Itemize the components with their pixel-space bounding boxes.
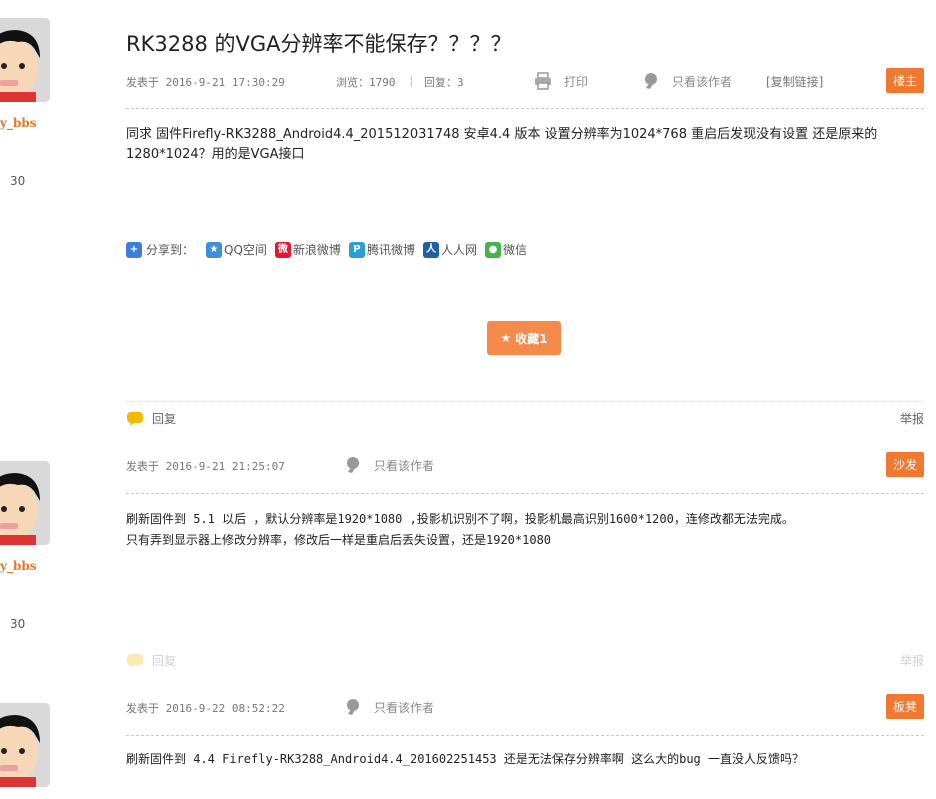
views-count: 浏览：1790 — [336, 76, 396, 89]
wechat-icon: ● — [484, 241, 501, 258]
share-bar: + 分享到： ★ QQ空间 微 新浪微博 P 腾讯微博 人 人人网 ● 微信 — [126, 241, 527, 258]
post-time: 发表于 2016-9-21 21:25:07 — [126, 460, 285, 473]
share-plus-icon: + — [126, 241, 142, 258]
reply-button[interactable]: 回复 — [126, 410, 176, 427]
content-line: 刷新固件到 5.1 以后 ，默认分辨率是1920*1080 ,投影机识别不了啊，… — [126, 512, 794, 526]
user-avatar[interactable] — [0, 18, 50, 102]
post-meta: 发表于 2016-9-21 17:30:29 浏览：1790 | 回复：3 打印… — [126, 67, 924, 95]
post-content: 刷新固件到 5.1 以后 ，默认分辨率是1920*1080 ,投影机识别不了啊，… — [126, 509, 926, 551]
floor-badge[interactable]: 板凳 — [885, 694, 924, 719]
report-button[interactable]: 举报 — [900, 652, 924, 669]
post-meta: 发表于 2016-9-21 21:25:07 只看该作者 沙发 — [126, 451, 924, 479]
user-avatar[interactable] — [0, 703, 50, 787]
thread-title: RK3288 的VGA分辨率不能保存？？？？ — [126, 32, 512, 56]
user-stat: 30 — [10, 174, 26, 188]
reply-label: 回复 — [152, 654, 177, 668]
divider — [126, 493, 924, 494]
divider — [126, 108, 924, 109]
author-only-label: 只看该作者 — [374, 700, 435, 715]
post-time: 发表于 2016-9-22 08:52:22 — [126, 702, 285, 715]
username[interactable]: y_bbs — [0, 116, 37, 130]
author-only-label: 只看该作者 — [374, 458, 435, 473]
floor-badge[interactable]: 沙发 — [885, 452, 924, 477]
person-icon — [645, 73, 657, 89]
post-time: 发表于 2016-9-21 17:30:29 — [126, 76, 285, 89]
person-icon — [347, 457, 359, 473]
favorite-label: 收藏1 — [515, 331, 548, 346]
content-line: 同求 固件Firefly-RK3288_Android4.4_201512031… — [126, 127, 878, 162]
reply-bubble-icon — [127, 411, 143, 426]
floor-badge[interactable]: 楼主 — [885, 68, 924, 93]
divider — [126, 735, 924, 736]
post-content: 同求 固件Firefly-RK3288_Android4.4_201512031… — [126, 125, 926, 165]
content-line: 刷新固件到 4.4 Firefly-RK3288_Android4.4_2016… — [126, 752, 805, 766]
share-renren[interactable]: 人 人人网 — [422, 241, 477, 258]
replies-count: 回复：3 — [424, 76, 464, 89]
qzone-icon: ★ — [206, 241, 223, 258]
print-button[interactable]: 打印 — [534, 67, 588, 95]
star-icon: ★ — [500, 331, 512, 345]
share-label: 分享到： — [146, 243, 195, 257]
user-stat: 30 — [10, 617, 26, 631]
post-content: 刷新固件到 4.4 Firefly-RK3288_Android4.4_2016… — [126, 749, 926, 770]
renren-icon: 人 — [422, 241, 439, 258]
report-button[interactable]: 举报 — [900, 410, 924, 427]
weibo-icon: 微 — [274, 241, 291, 258]
reply-label: 回复 — [152, 412, 177, 426]
author-only-button[interactable]: 只看该作者 — [344, 693, 434, 721]
copy-link-button[interactable]: [复制链接] — [766, 73, 823, 90]
share-weibo[interactable]: 微 新浪微博 — [274, 241, 341, 258]
print-label: 打印 — [564, 74, 589, 89]
share-tencent-weibo[interactable]: P 腾讯微博 — [348, 241, 415, 258]
author-only-button[interactable]: 只看该作者 — [642, 67, 732, 95]
person-icon — [347, 699, 359, 715]
author-only-button[interactable]: 只看该作者 — [344, 451, 434, 479]
tencent-weibo-icon: P — [348, 241, 365, 258]
divider: | — [408, 74, 415, 87]
user-avatar[interactable] — [0, 461, 50, 545]
author-only-label: 只看该作者 — [672, 74, 733, 89]
share-wechat[interactable]: ● 微信 — [484, 241, 527, 258]
content-line: 只有弄到显示器上修改分辨率，修改后一样是重启后丢失设置，还是1920*1080 — [126, 533, 552, 547]
favorite-button[interactable]: ★ 收藏1 — [487, 321, 561, 355]
post-meta: 发表于 2016-9-22 08:52:22 只看该作者 板凳 — [126, 693, 924, 721]
print-icon — [535, 72, 551, 90]
post-actions: 回复 举报 — [126, 652, 924, 672]
post-actions: 回复 举报 — [126, 410, 924, 430]
divider — [126, 401, 924, 402]
username[interactable]: y_bbs — [0, 559, 37, 573]
share-qzone[interactable]: ★ QQ空间 — [206, 241, 267, 258]
reply-bubble-icon — [127, 653, 143, 668]
reply-button[interactable]: 回复 — [126, 652, 176, 669]
